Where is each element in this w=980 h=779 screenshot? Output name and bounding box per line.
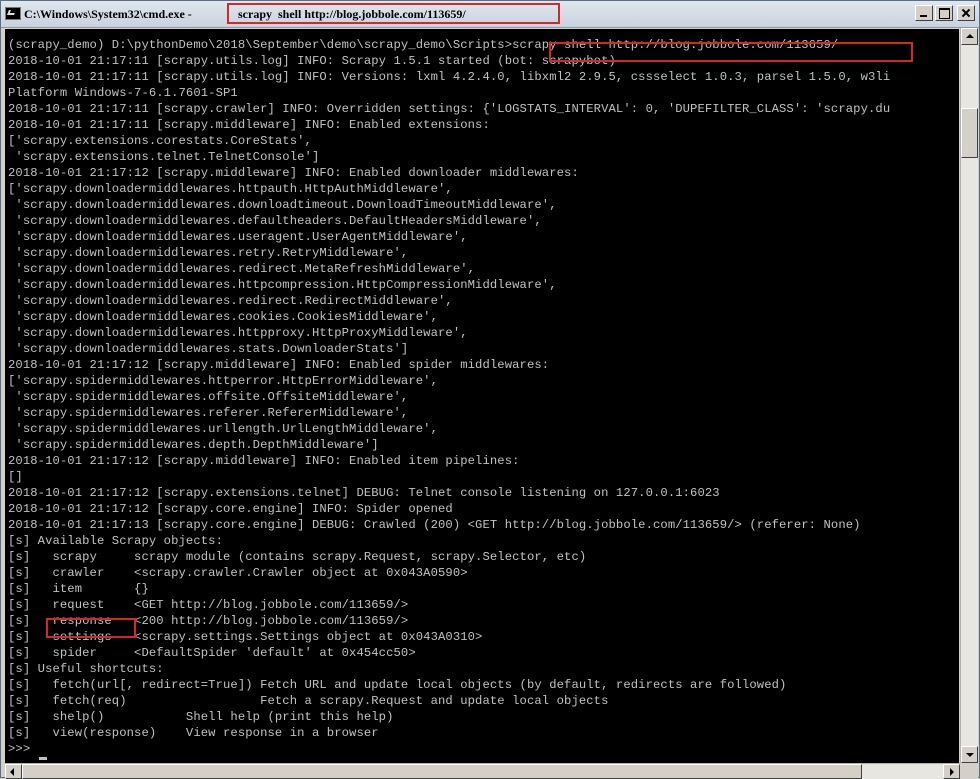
console-line: [s] request <GET http://blog.jobbole.com… [8,598,409,612]
cmd-window: C:\Windows\System32\cmd.exe - scrapy she… [0,0,980,779]
console-line: [s] Useful shortcuts: [8,662,164,676]
console-line: 'scrapy.downloadermiddlewares.useragent.… [8,230,468,244]
console-output[interactable]: >>> [s] view(response) View response in a… [5,29,959,763]
title-bar[interactable]: C:\Windows\System32\cmd.exe - scrapy she… [1,1,979,28]
console-line: 'scrapy.downloadermiddlewares.httpproxy.… [8,326,468,340]
console-line: 'scrapy.downloadermiddlewares.redirect.M… [8,262,476,276]
vertical-scroll-thumb[interactable] [961,108,978,158]
console-line: 2018-10-01 21:17:12 [scrapy.middleware] … [8,166,579,180]
horizontal-scrollbar[interactable] [5,763,960,779]
console-line: [s] shelp() Shell help (print this help) [8,710,394,724]
window-title: C:\Windows\System32\cmd.exe - [24,7,195,21]
scroll-right-button[interactable] [943,764,960,779]
cmd-app-icon[interactable] [5,7,21,20]
maximize-button[interactable] [935,5,953,21]
console-line: 'scrapy.spidermiddlewares.depth.DepthMid… [8,438,379,452]
scrollbar-corner [960,763,978,778]
console-line: 'scrapy.spidermiddlewares.referer.Refere… [8,406,409,420]
console-line: [s] fetch(req) Fetch a scrapy.Request an… [8,694,609,708]
console-line: 'scrapy.spidermiddlewares.urllength.UrlL… [8,422,438,436]
console-line: [] [8,470,23,484]
console-line: 2018-10-01 21:17:11 [scrapy.crawler] INF… [8,102,891,116]
console-line: >>> [8,742,31,756]
console-line: 'scrapy.extensions.telnet.TelnetConsole'… [8,150,320,164]
console-line: 'scrapy.downloadermiddlewares.cookies.Co… [8,310,438,324]
console-line: ['scrapy.downloadermiddlewares.httpauth.… [8,182,453,196]
console-line: [s] Available Scrapy objects: [8,534,223,548]
console-line: 2018-10-01 21:17:11 [scrapy.utils.log] I… [8,70,891,84]
console-line: 2018-10-01 21:17:12 [scrapy.core.engine]… [8,502,453,516]
scroll-left-button[interactable] [5,764,22,779]
console-line: 'scrapy.downloadermiddlewares.httpcompre… [8,278,557,292]
console-line: 2018-10-01 21:17:12 [scrapy.middleware] … [8,454,520,468]
console-line: ['scrapy.spidermiddlewares.httperror.Htt… [8,374,438,388]
console-line: Platform Windows-7-6.1.7601-SP1 [8,86,238,100]
console-line: [s] fetch(url[, redirect=True]) Fetch UR… [8,678,787,692]
console-line: 'scrapy.downloadermiddlewares.stats.Down… [8,342,409,356]
console-line: ['scrapy.extensions.corestats.CoreStats'… [8,134,312,148]
vertical-scrollbar[interactable] [960,28,978,763]
console-line: 2018-10-01 21:17:11 [scrapy.middleware] … [8,118,490,132]
console-line: [s] scrapy scrapy module (contains scrap… [8,550,587,564]
console-line: [s] item {} [8,582,149,596]
scroll-down-button[interactable] [961,746,978,763]
command-highlight-box [549,42,913,62]
console-line: 'scrapy.spidermiddlewares.offsite.Offsit… [8,390,409,404]
console-line: [s] view(response) View response in a br… [8,726,379,740]
text-cursor [39,757,47,760]
response-highlight-box [46,618,136,638]
window-title-command: scrapy shell http://blog.jobbole.com/113… [238,7,466,21]
console-line: 'scrapy.downloadermiddlewares.redirect.R… [8,294,453,308]
horizontal-scroll-thumb[interactable] [22,764,862,779]
console-line: 2018-10-01 21:17:12 [scrapy.middleware] … [8,358,550,372]
console-line: 2018-10-01 21:17:11 [scrapy.utils.log] I… [8,54,616,68]
close-button[interactable] [957,5,975,21]
console-line: 'scrapy.downloadermiddlewares.downloadti… [8,198,557,212]
console-line: [s] crawler <scrapy.crawler.Crawler obje… [8,566,468,580]
console-line: 'scrapy.downloadermiddlewares.retry.Retr… [8,246,409,260]
console-line: 2018-10-01 21:17:13 [scrapy.core.engine]… [8,518,861,532]
minimize-button[interactable] [915,5,933,21]
window-controls [915,5,975,21]
console-line: [s] spider <DefaultSpider 'default' at 0… [8,646,416,660]
console-line: 2018-10-01 21:17:12 [scrapy.extensions.t… [8,486,720,500]
console-line: 'scrapy.downloadermiddlewares.defaulthea… [8,214,542,228]
scroll-up-button[interactable] [961,28,978,45]
